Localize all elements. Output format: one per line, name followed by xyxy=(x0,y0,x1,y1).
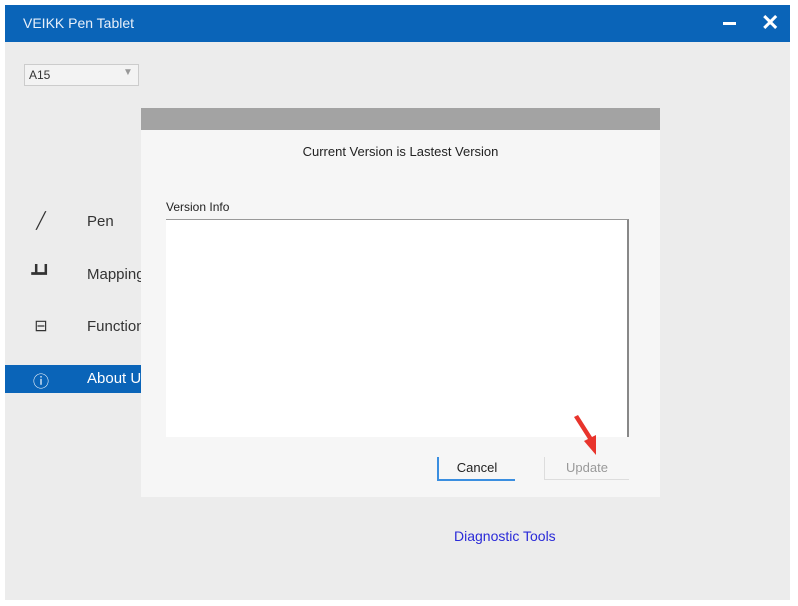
sidebar-item-function[interactable]: ⊟ Function xyxy=(5,313,141,341)
version-status-message: Current Version is Lastest Version xyxy=(302,144,499,159)
sidebar-item-label: About Us xyxy=(87,370,141,387)
mapping-icon: ┻┛ xyxy=(31,266,51,283)
sidebar-item-pen[interactable]: ╱ Pen xyxy=(5,208,141,236)
sidebar-item-label: Mapping xyxy=(87,266,141,283)
info-icon: ⓘ xyxy=(32,374,49,391)
function-icon: ⊟ xyxy=(34,318,48,335)
device-select[interactable]: A15 ▼ xyxy=(24,64,139,86)
update-button[interactable]: Update xyxy=(544,457,629,480)
sidebar-item-mapping[interactable]: ┻┛ Mapping xyxy=(5,261,141,289)
pen-icon: ╱ xyxy=(36,213,46,230)
minimize-button[interactable] xyxy=(723,22,736,25)
close-button[interactable]: ✕ xyxy=(761,10,779,36)
cancel-button[interactable]: Cancel xyxy=(437,457,515,481)
diagnostic-tools-link[interactable]: Diagnostic Tools xyxy=(454,528,556,544)
window-title: VEIKK Pen Tablet xyxy=(23,15,135,31)
title-bar: VEIKK Pen Tablet ✕ xyxy=(5,5,790,42)
version-info-textarea[interactable] xyxy=(166,219,629,437)
chevron-down-icon: ▼ xyxy=(123,67,133,78)
dialog-header xyxy=(141,108,660,130)
sidebar-item-label: Pen xyxy=(87,213,114,230)
annotation-arrow-icon xyxy=(574,415,596,455)
sidebar-item-label: Function xyxy=(87,318,141,335)
version-info-label: Version Info xyxy=(166,200,230,214)
device-select-value: A15 xyxy=(29,68,51,82)
sidebar-item-about[interactable]: ⓘ About Us xyxy=(5,365,141,393)
